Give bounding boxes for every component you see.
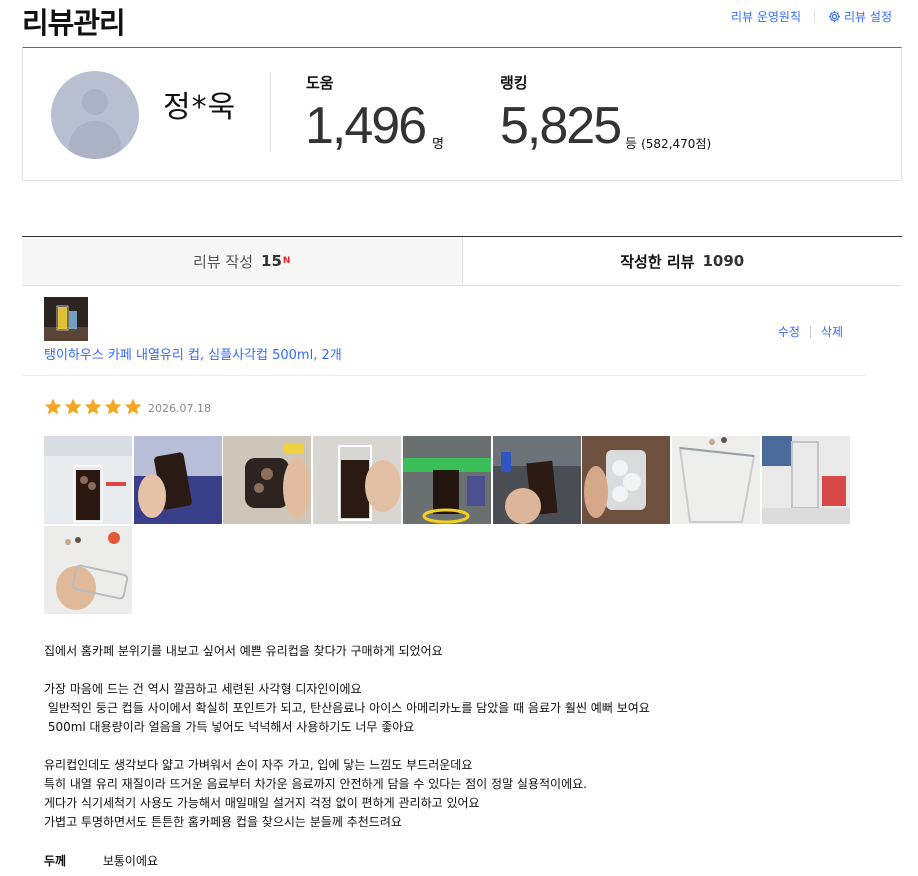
review-photo[interactable] (762, 436, 850, 524)
review-tabs: 리뷰 작성 15 N 작성한 리뷰 1090 (22, 236, 902, 286)
user-name: 정*욱 (163, 90, 237, 125)
profile-divider (270, 72, 271, 152)
avatar-body (69, 121, 121, 159)
tab-written-reviews-count: 1090 (702, 252, 745, 270)
review-paragraph: 가볍고 투명하면서도 튼튼한 홈카페용 컵을 찾으시는 분들께 추천드려요 (44, 815, 402, 829)
review-body: 집에서 홈카페 분위기를 내보고 싶어서 예쁜 유리컵을 찾다가 구매하게 되었… (44, 642, 864, 832)
rank-unit-text: 등 (625, 137, 637, 152)
photo-image (762, 436, 850, 524)
review-photo[interactable] (672, 436, 760, 524)
review-photo[interactable] (223, 436, 311, 524)
edit-button[interactable]: 수정 (778, 323, 800, 340)
delete-button[interactable]: 삭제 (821, 323, 843, 340)
help-unit: 명 (432, 137, 444, 152)
review-product-row: 탱이하우스 카페 내열유리 컵, 심플사각컵 500ml, 2개 수정 삭제 (44, 297, 864, 375)
photo-image (223, 436, 311, 524)
new-badge: N (282, 256, 291, 266)
review-paragraph: 게다가 식기세척기 사용도 가능해서 매일매일 설거지 걱정 없이 편하게 관리… (44, 796, 480, 810)
review-photo[interactable] (313, 436, 401, 524)
review-policy-link[interactable]: 리뷰 운영원칙 (731, 8, 801, 25)
product-thumbnail[interactable] (44, 297, 88, 341)
photo-image (582, 436, 670, 524)
product-image (44, 297, 88, 341)
attribute-key: 두께 (44, 854, 67, 868)
photo-image (672, 436, 760, 524)
review-paragraph: 집에서 홈카페 분위기를 내보고 싶어서 예쁜 유리컵을 찾다가 구매하게 되었… (44, 644, 443, 658)
photo-image (403, 436, 491, 524)
divider (22, 375, 866, 376)
review-paragraph: 일반적인 둥근 컵들 사이에서 확실히 포인트가 되고, 탄산음료나 아이스 아… (44, 701, 650, 715)
photo-image (493, 436, 581, 524)
rank-value: 5,825 (500, 97, 622, 155)
star-icon (64, 398, 82, 415)
star-icon (44, 398, 62, 415)
review-photo[interactable] (493, 436, 581, 524)
review-paragraph: 유리컵인데도 생각보다 얇고 가벼워서 손이 자주 가고, 입에 닿는 느낌도 … (44, 758, 473, 772)
divider (814, 10, 816, 23)
photo-image (44, 436, 132, 524)
rating-stars (43, 397, 143, 417)
review-attribute: 두께 보통이에요 (44, 852, 158, 869)
review-date: 2026.07.18 (148, 402, 211, 415)
rank-label: 랭킹 (500, 74, 528, 92)
tab-write-review-count: 15 (261, 252, 282, 270)
rank-unit: 등 (582,470점) (625, 133, 711, 152)
star-icon (124, 398, 142, 415)
star-icon (104, 398, 122, 415)
avatar (51, 71, 139, 159)
tab-written-reviews[interactable]: 작성한 리뷰 1090 (462, 237, 902, 285)
attribute-value: 보통이에요 (102, 854, 159, 868)
photo-image (44, 526, 132, 614)
avatar-head (82, 89, 108, 115)
review-paragraph: 특히 내열 유리 재질이라 뜨거운 음료부터 차가운 음료까지 안전하게 담을 … (44, 777, 587, 791)
review-photo[interactable] (44, 436, 132, 524)
help-label: 도움 (306, 74, 334, 92)
rank-points: (582,470점) (641, 137, 712, 151)
review-photo[interactable] (44, 526, 132, 614)
help-count: 1,496 (305, 97, 427, 155)
review-settings-label: 리뷰 설정 (844, 10, 892, 24)
product-name-link[interactable]: 탱이하우스 카페 내열유리 컵, 심플사각컵 500ml, 2개 (44, 344, 342, 363)
tab-write-review[interactable]: 리뷰 작성 15 N (22, 237, 463, 285)
review-paragraph: 500ml 대용량이라 얼음을 가득 넣어도 넉넉해서 사용하기도 너무 좋아요 (44, 720, 415, 734)
photo-image (134, 436, 222, 524)
divider (809, 325, 811, 338)
header-links: 리뷰 운영원칙 리뷰 설정 (731, 8, 892, 25)
tab-written-reviews-label: 작성한 리뷰 (620, 252, 695, 271)
gear-icon (828, 10, 841, 23)
review-paragraph: 가장 마음에 드는 건 역시 깔끔하고 세련된 사각형 디자인이에요 (44, 682, 362, 696)
photo-image (313, 436, 401, 524)
tab-write-review-label: 리뷰 작성 (193, 252, 254, 271)
review-photo[interactable] (403, 436, 491, 524)
profile-summary: 정*욱 도움 1,496 명 랭킹 5,825 등 (582,470점) (22, 47, 902, 181)
star-icon (84, 398, 102, 415)
review-photo[interactable] (582, 436, 670, 524)
review-actions: 수정 삭제 (778, 323, 843, 340)
review-photo[interactable] (134, 436, 222, 524)
review-settings-link[interactable]: 리뷰 설정 (828, 8, 892, 25)
page-title: 리뷰관리 (22, 6, 126, 40)
